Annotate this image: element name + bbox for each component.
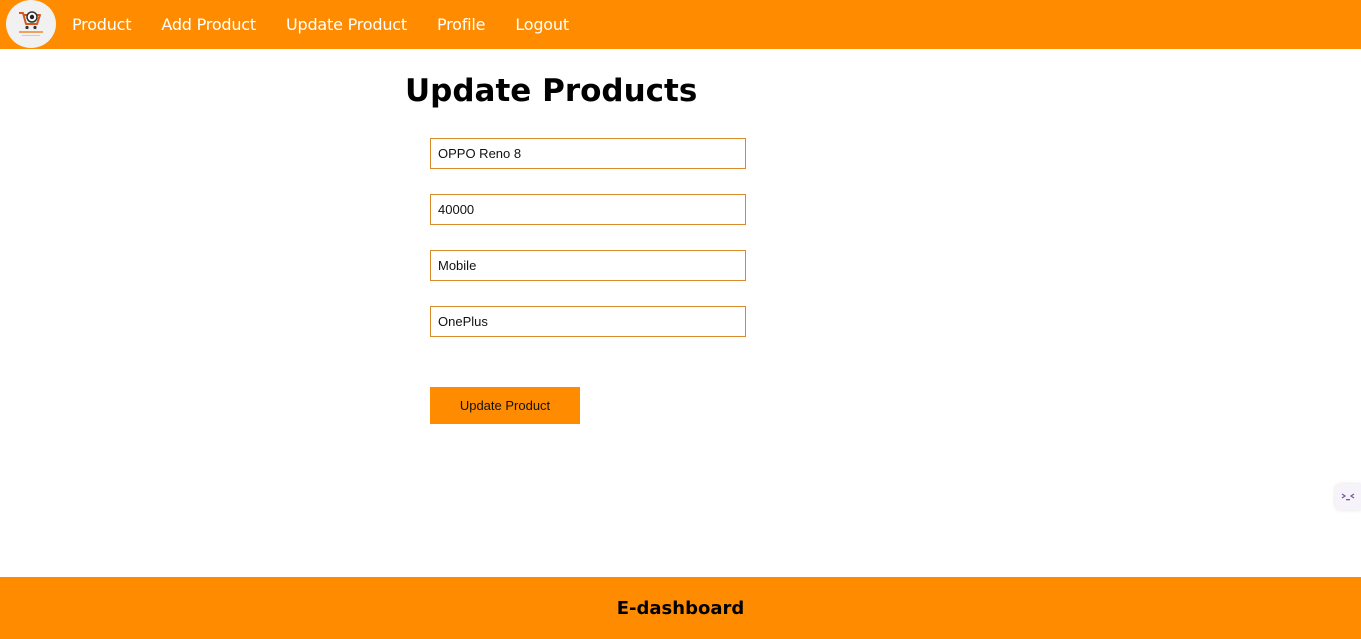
footer-text: E-dashboard <box>616 597 745 619</box>
product-name-input[interactable] <box>430 138 746 169</box>
product-company-input[interactable] <box>430 306 746 337</box>
update-product-button[interactable]: Update Product <box>430 387 580 424</box>
page-title: Update Products <box>405 73 698 109</box>
product-category-input[interactable] <box>430 250 746 281</box>
footer: E-dashboard <box>0 577 1361 639</box>
nav-link-product[interactable]: Product <box>72 15 132 34</box>
nav-link-logout[interactable]: Logout <box>515 15 569 34</box>
assistant-widget-graphic <box>1341 493 1355 501</box>
navbar: Product Add Product Update Product Profi… <box>0 0 1361 49</box>
nav-link-add-product[interactable]: Add Product <box>161 15 256 34</box>
assistant-widget-icon[interactable] <box>1335 484 1361 510</box>
cart-logo-graphic <box>19 11 43 36</box>
product-price-input[interactable] <box>430 194 746 225</box>
nav-link-update-product[interactable]: Update Product <box>286 15 407 34</box>
nav-link-profile[interactable]: Profile <box>437 15 486 34</box>
shopping-cart-logo-icon[interactable] <box>6 0 56 48</box>
nav-links: Product Add Product Update Product Profi… <box>72 0 599 49</box>
